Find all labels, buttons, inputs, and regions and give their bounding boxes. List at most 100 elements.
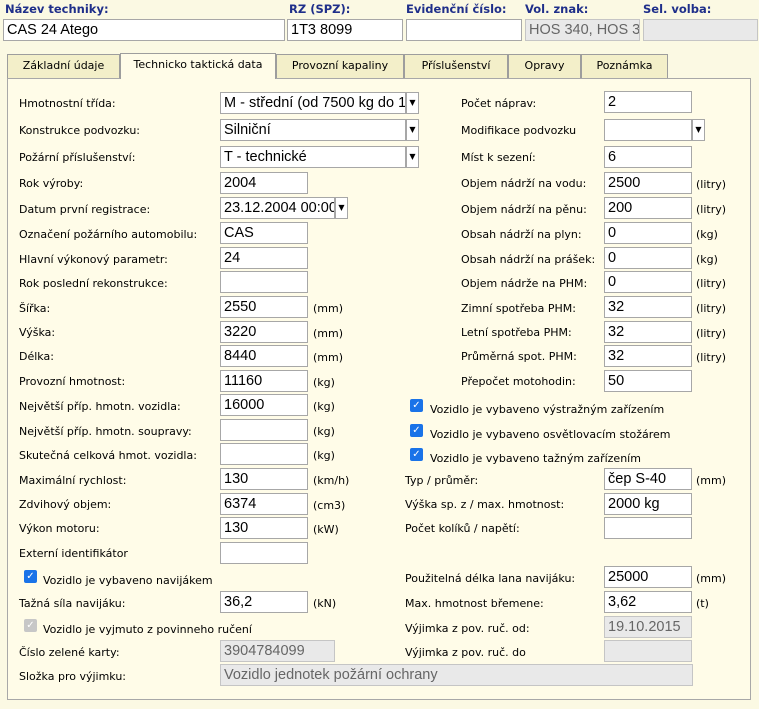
pena-unit: (litry) bbox=[696, 203, 727, 216]
prov-input[interactable]: 11160 bbox=[220, 370, 308, 392]
pena-input[interactable]: 200 bbox=[604, 197, 692, 219]
kolik-label: Počet kolíků / napětí: bbox=[405, 522, 520, 535]
vyska-sp-input[interactable]: 2000 kg bbox=[604, 493, 692, 515]
sirka-input[interactable]: 2550 bbox=[220, 296, 308, 318]
tab-prislusenstvi[interactable]: Příslušenství bbox=[404, 54, 508, 78]
chevron-down-icon[interactable]: ▼ bbox=[692, 119, 705, 141]
voda-input[interactable]: 2500 bbox=[604, 172, 692, 194]
vystrazne-checkbox[interactable]: ✓ bbox=[410, 399, 423, 412]
konstr-label: Konstrukce podvozku: bbox=[19, 124, 141, 137]
zelena-input: 3904784099 bbox=[220, 640, 335, 662]
plyn-label: Obsah nádrží na plyn: bbox=[461, 228, 582, 241]
evid-label: Evidenční číslo: bbox=[406, 2, 507, 16]
stozar-checkbox[interactable]: ✓ bbox=[410, 424, 423, 437]
prum-input[interactable]: 32 bbox=[604, 345, 692, 367]
prasek-label: Obsah nádrží na prášek: bbox=[461, 253, 596, 266]
typ-input[interactable]: čep S-40 bbox=[604, 468, 692, 490]
rok-input[interactable]: 2004 bbox=[220, 172, 308, 194]
nejv-soup-unit: (kg) bbox=[313, 425, 335, 438]
tab-technicko[interactable]: Technicko taktická data bbox=[120, 53, 276, 79]
phm-unit: (litry) bbox=[696, 277, 727, 290]
tab-opravy[interactable]: Opravy bbox=[508, 54, 581, 78]
lana-label: Použitelná délka lana navijáku: bbox=[405, 572, 576, 585]
nejv-voz-label: Největší příp. hmotn. vozidla: bbox=[19, 400, 181, 413]
navijak-label: Vozidlo je vybaveno navijákem bbox=[43, 574, 213, 587]
nejv-voz-input[interactable]: 16000 bbox=[220, 394, 308, 416]
skut-label: Skutečná celková hmot. vozidla: bbox=[19, 449, 197, 462]
bremeno-unit: (t) bbox=[696, 597, 709, 610]
chevron-down-icon[interactable]: ▼ bbox=[406, 92, 419, 114]
navijak-checkbox[interactable]: ✓ bbox=[24, 570, 37, 583]
sirka-label: Šířka: bbox=[19, 302, 51, 315]
tab-kapaliny[interactable]: Provozní kapaliny bbox=[276, 54, 404, 78]
rz-input[interactable]: 1T3 8099 bbox=[287, 19, 403, 41]
tazne-checkbox[interactable]: ✓ bbox=[410, 448, 423, 461]
delka-input[interactable]: 8440 bbox=[220, 345, 308, 367]
vystrazne-label: Vozidlo je vybaveno výstražným zařízením bbox=[430, 403, 665, 416]
vykon-input[interactable]: 130 bbox=[220, 517, 308, 539]
lana-input[interactable]: 25000 bbox=[604, 566, 692, 588]
bremeno-input[interactable]: 3,62 bbox=[604, 591, 692, 613]
zdvih-input[interactable]: 6374 bbox=[220, 493, 308, 515]
rekon-label: Rok poslední rekonstrukce: bbox=[19, 277, 168, 290]
konstr-select[interactable]: Silniční bbox=[220, 119, 406, 141]
nejv-soup-input[interactable] bbox=[220, 419, 308, 441]
rekon-input[interactable] bbox=[220, 271, 308, 293]
hmot-select[interactable]: M - střední (od 7500 kg do 1 bbox=[220, 92, 406, 114]
vyjdo-input bbox=[604, 640, 692, 662]
hlavni-label: Hlavní výkonový parametr: bbox=[19, 253, 168, 266]
nejv-voz-unit: (kg) bbox=[313, 400, 335, 413]
tazna-input[interactable]: 36,2 bbox=[220, 591, 308, 613]
voda-label: Objem nádrží na vodu: bbox=[461, 177, 587, 190]
modif-select[interactable] bbox=[604, 119, 692, 141]
vyska-unit: (mm) bbox=[313, 327, 344, 340]
vykon-unit: (kW) bbox=[313, 523, 339, 536]
ext-input[interactable] bbox=[220, 542, 308, 564]
vyjm-checkbox: ✓ bbox=[24, 619, 37, 632]
tab-poznamka[interactable]: Poznámka bbox=[581, 54, 668, 78]
prasek-input[interactable]: 0 bbox=[604, 247, 692, 269]
sel-label: Sel. volba: bbox=[643, 2, 712, 16]
chevron-down-icon[interactable]: ▼ bbox=[406, 146, 419, 168]
pozar-label: Požární příslušenství: bbox=[19, 151, 136, 164]
letni-input[interactable]: 32 bbox=[604, 321, 692, 343]
chevron-down-icon[interactable]: ▼ bbox=[335, 197, 348, 219]
vol-input: HOS 340, HOS 3 bbox=[525, 19, 640, 41]
chevron-down-icon[interactable]: ▼ bbox=[406, 119, 419, 141]
typ-label: Typ / průměr: bbox=[405, 474, 479, 487]
bremeno-label: Max. hmotnost břemene: bbox=[405, 597, 544, 610]
naprav-input[interactable]: 2 bbox=[604, 91, 692, 113]
letni-label: Letní spotřeba PHM: bbox=[461, 326, 572, 339]
letni-unit: (litry) bbox=[696, 327, 727, 340]
vyjdo-label: Výjimka z pov. ruč. do bbox=[405, 646, 526, 659]
tazna-unit: (kN) bbox=[313, 597, 337, 610]
hlavni-input[interactable]: 24 bbox=[220, 247, 308, 269]
skut-input[interactable] bbox=[220, 443, 308, 465]
name-label: Název techniky: bbox=[5, 2, 109, 16]
evid-input[interactable] bbox=[406, 19, 522, 41]
prepocet-input[interactable]: 50 bbox=[604, 370, 692, 392]
pozar-select[interactable]: T - technické bbox=[220, 146, 406, 168]
vyska-label: Výška: bbox=[19, 326, 56, 339]
tazne-label: Vozidlo je vybaveno tažným zařízením bbox=[430, 452, 641, 465]
mist-label: Míst k sezení: bbox=[461, 151, 536, 164]
vyska-input[interactable]: 3220 bbox=[220, 321, 308, 343]
datum-select[interactable]: 23.12.2004 00:00 bbox=[220, 197, 335, 219]
prov-unit: (kg) bbox=[313, 376, 335, 389]
zimni-input[interactable]: 32 bbox=[604, 296, 692, 318]
mist-input[interactable]: 6 bbox=[604, 146, 692, 168]
datum-label: Datum první registrace: bbox=[19, 203, 151, 216]
kolik-input[interactable] bbox=[604, 517, 692, 539]
lana-unit: (mm) bbox=[696, 572, 727, 585]
max-input[interactable]: 130 bbox=[220, 468, 308, 490]
prepocet-label: Přepočet motohodin: bbox=[461, 375, 576, 388]
max-label: Maximální rychlost: bbox=[19, 474, 127, 487]
name-input[interactable]: CAS 24 Atego bbox=[3, 19, 285, 41]
phm-input[interactable]: 0 bbox=[604, 271, 692, 293]
ozn-input[interactable]: CAS bbox=[220, 222, 308, 244]
tab-zakladni[interactable]: Základní údaje bbox=[7, 54, 120, 78]
prasek-unit: (kg) bbox=[696, 253, 718, 266]
zdvih-label: Zdvihový objem: bbox=[19, 498, 112, 511]
stozar-label: Vozidlo je vybaveno osvětlovacím stožáre… bbox=[430, 428, 671, 441]
plyn-input[interactable]: 0 bbox=[604, 222, 692, 244]
